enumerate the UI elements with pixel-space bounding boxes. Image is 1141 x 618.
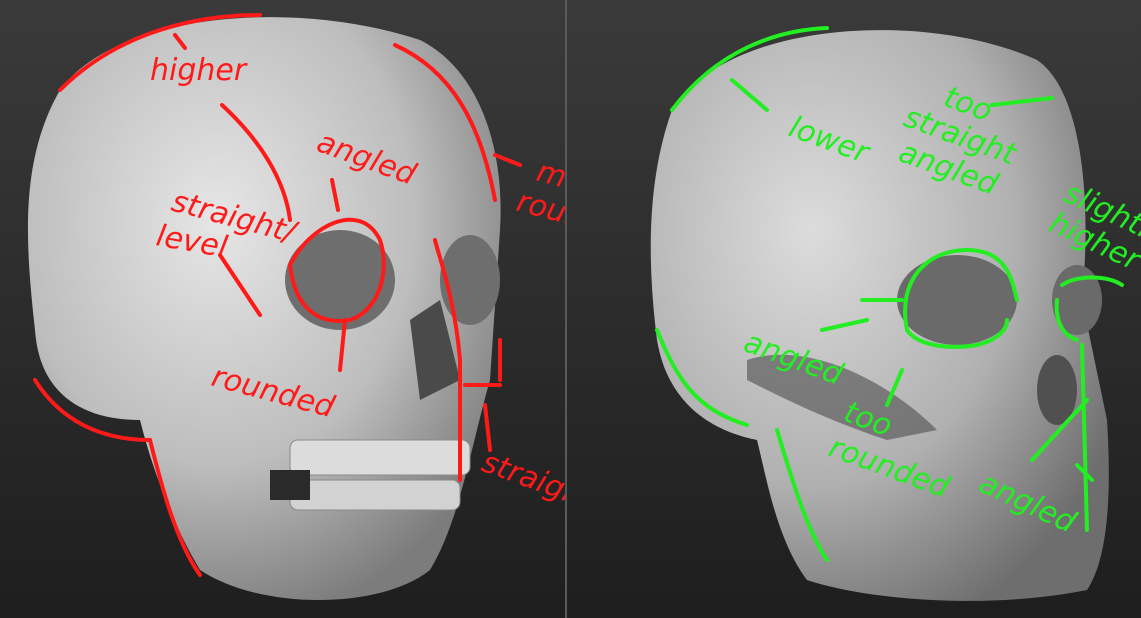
note-more-rounded: rounded (513, 184, 565, 250)
right-skull-render: lower too straight angled slightly highe… (650, 26, 1141, 601)
left-eye-socket (897, 255, 1017, 345)
upper-teeth (289, 439, 471, 476)
left-skull-render: higher angled straight/ level rounded mo… (27, 13, 565, 601)
left-viewport: higher angled straight/ level rounded mo… (0, 0, 565, 618)
right-eye-socket (440, 235, 500, 325)
screenshot-stage: higher angled straight/ level rounded mo… (0, 0, 1141, 618)
note-straight-right: straight (477, 445, 565, 518)
right-viewport: lower too straight angled slightly highe… (567, 0, 1141, 618)
mouth-gap (270, 470, 310, 500)
lower-teeth (289, 479, 461, 511)
note-higher: higher (150, 53, 248, 88)
